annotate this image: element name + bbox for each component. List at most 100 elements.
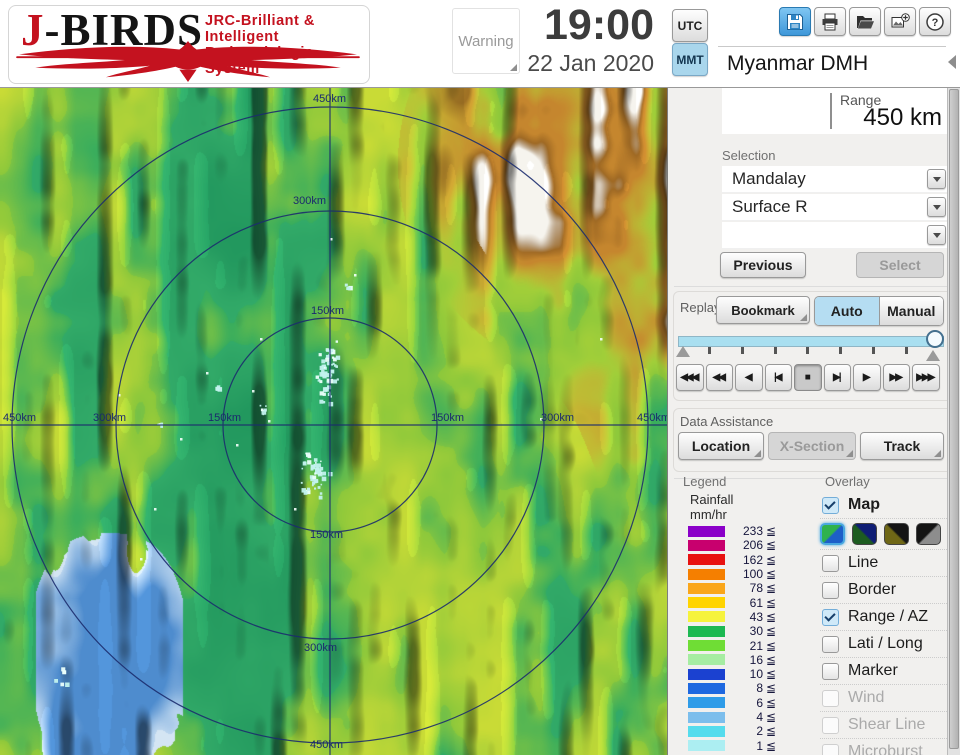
overlay-item-marker[interactable]: Marker bbox=[820, 657, 947, 684]
product-dropdown-button[interactable] bbox=[927, 197, 946, 217]
legend-lte-symbol: ≦ bbox=[766, 624, 777, 639]
map-style-terrain-gray-black[interactable] bbox=[916, 523, 941, 545]
checkbox[interactable] bbox=[822, 689, 839, 707]
save-button[interactable] bbox=[779, 7, 811, 36]
track-button[interactable]: Track bbox=[860, 432, 944, 460]
product-dropdown[interactable]: Surface R bbox=[722, 194, 948, 221]
overlay-item-label: Line bbox=[848, 554, 879, 571]
panel-scrollbar[interactable] bbox=[947, 88, 960, 755]
bookmark-button[interactable]: Bookmark bbox=[716, 296, 810, 324]
legend-color-swatch bbox=[688, 611, 725, 623]
legend-value: 206 bbox=[742, 538, 763, 553]
previous-button[interactable]: Previous bbox=[720, 252, 806, 278]
overlay-item-microburst[interactable]: Microburst bbox=[820, 738, 947, 755]
checkbox[interactable] bbox=[822, 662, 839, 680]
print-button[interactable] bbox=[814, 7, 846, 36]
overlay-item-range-az[interactable]: Range / AZ bbox=[820, 603, 947, 630]
overlay-item-wind[interactable]: Wind bbox=[820, 684, 947, 711]
legend-color-swatch bbox=[688, 539, 725, 551]
checkbox[interactable] bbox=[822, 496, 839, 514]
j-birds-app: J-BIRDS JRC-Brilliant & Intelligent Rada… bbox=[0, 0, 960, 755]
legend-lte-symbol: ≦ bbox=[766, 695, 777, 710]
map-style-swatches bbox=[820, 518, 947, 549]
date-display: 22 Jan 2020 bbox=[527, 50, 654, 76]
overlay-item-lati-long[interactable]: Lati / Long bbox=[820, 630, 947, 657]
replay-slider-track[interactable] bbox=[678, 336, 944, 347]
replay-slider-handle[interactable] bbox=[926, 330, 944, 348]
step-back-button[interactable]: |◀ bbox=[764, 364, 792, 391]
legend-row: 61 ≦ bbox=[688, 595, 777, 610]
overlay-item-shear-line[interactable]: Shear Line bbox=[820, 711, 947, 738]
header: J-BIRDS JRC-Brilliant & Intelligent Rada… bbox=[0, 0, 960, 88]
legend-lte-symbol: ≦ bbox=[766, 667, 777, 682]
manual-button[interactable]: Manual bbox=[878, 297, 943, 325]
overlay-item-line[interactable]: Line bbox=[820, 549, 947, 576]
map-style-terrain-green-blue[interactable] bbox=[820, 523, 845, 545]
select-button[interactable]: Select bbox=[856, 252, 944, 278]
print-icon bbox=[822, 13, 838, 30]
open-button[interactable] bbox=[849, 7, 881, 36]
legend-scale: 233 ≦ 206 ≦ 162 ≦ 100 ≦ 78 ≦ 61 ≦ 43 ≦ 30 ≦ 21 ≦ 16 ≦ 10 ≦ 8 ≦ 6… bbox=[688, 524, 776, 753]
terrain-map-canvas[interactable] bbox=[0, 88, 667, 755]
option-dropdown-button[interactable] bbox=[927, 225, 946, 245]
warning-button[interactable]: Warning bbox=[452, 8, 520, 74]
legend-row: 78 ≦ bbox=[688, 581, 776, 595]
step-forward-button[interactable]: ▶| bbox=[823, 364, 851, 391]
site-dropdown[interactable]: Mandalay bbox=[722, 166, 948, 193]
checkbox[interactable] bbox=[822, 554, 839, 572]
warning-label: Warning bbox=[458, 32, 514, 50]
scrollbar-thumb[interactable] bbox=[949, 89, 959, 749]
checkbox[interactable] bbox=[822, 716, 839, 734]
checkbox[interactable] bbox=[822, 608, 839, 626]
side-panel: Range 450 km Selection Mandalay Surface … bbox=[668, 88, 960, 755]
data-assistance-label: Data Assistance bbox=[680, 414, 774, 429]
play-reverse-button[interactable]: ◀ bbox=[735, 364, 763, 391]
overlay-item-label: Marker bbox=[848, 662, 898, 679]
playback-controls: ◀◀◀ ◀◀ ◀ |◀ ■ ▶| ▶ ▶▶ ▶▶▶ bbox=[676, 364, 940, 391]
overlay-item-map[interactable]: Map bbox=[820, 492, 947, 518]
mmt-button[interactable]: MMT bbox=[672, 43, 708, 76]
legend-color-swatch bbox=[688, 582, 725, 594]
legend-value: 8 bbox=[756, 681, 763, 696]
rewind-fast-button[interactable]: ◀◀◀ bbox=[676, 364, 704, 391]
overlay-item-border[interactable]: Border bbox=[820, 576, 947, 603]
legend-row: 206 ≦ bbox=[688, 538, 776, 552]
help-button[interactable]: ? bbox=[919, 7, 951, 36]
location-button[interactable]: Location bbox=[678, 432, 764, 460]
chevron-down-icon bbox=[932, 176, 941, 182]
legend-value: 6 bbox=[756, 695, 763, 710]
legend-unit: mm/hr bbox=[690, 507, 727, 522]
option-dropdown[interactable] bbox=[722, 222, 948, 249]
legend-value: 10 bbox=[749, 667, 763, 682]
x-section-button[interactable]: X-Section bbox=[768, 432, 856, 460]
map-style-terrain-dark-blue[interactable] bbox=[852, 523, 877, 545]
legend-lte-symbol: ≦ bbox=[766, 595, 777, 610]
forward-button[interactable]: ▶▶ bbox=[882, 364, 910, 391]
rewind-button[interactable]: ◀◀ bbox=[705, 364, 733, 391]
site-dropdown-button[interactable] bbox=[927, 169, 946, 189]
checkbox[interactable] bbox=[822, 743, 839, 755]
forward-fast-button[interactable]: ▶▶▶ bbox=[912, 364, 940, 391]
legend-row: 233 ≦ bbox=[688, 524, 776, 538]
overlay-list: Map Line Border Range / AZ Lati / Long Marker… bbox=[820, 492, 947, 755]
logo: J-BIRDS JRC-Brilliant & Intelligent Rada… bbox=[8, 5, 370, 84]
map-style-terrain-olive-black[interactable] bbox=[884, 523, 909, 545]
slider-end-marker-icon bbox=[926, 350, 940, 361]
radar-map[interactable]: 450km 300km 150km 450km 300km 150km 150km 300km… bbox=[0, 88, 668, 755]
legend-value: 61 bbox=[749, 595, 763, 610]
legend-lte-symbol: ≦ bbox=[766, 724, 777, 739]
slider-tick bbox=[773, 347, 777, 354]
checkbox[interactable] bbox=[822, 635, 839, 653]
panel-collapse-arrow-icon[interactable] bbox=[948, 55, 956, 69]
site-dropdown-value: Mandalay bbox=[732, 169, 806, 188]
export-image-button[interactable] bbox=[884, 7, 916, 36]
checkbox[interactable] bbox=[822, 581, 839, 599]
legend-color-swatch bbox=[688, 725, 725, 737]
utc-button[interactable]: UTC bbox=[672, 9, 708, 42]
play-button[interactable]: ▶ bbox=[853, 364, 881, 391]
slider-ticks bbox=[708, 347, 908, 354]
stop-button[interactable]: ■ bbox=[794, 364, 822, 391]
auto-button[interactable]: Auto bbox=[815, 297, 879, 325]
chevron-down-icon bbox=[932, 232, 941, 238]
replay-label: Replay bbox=[680, 300, 721, 315]
